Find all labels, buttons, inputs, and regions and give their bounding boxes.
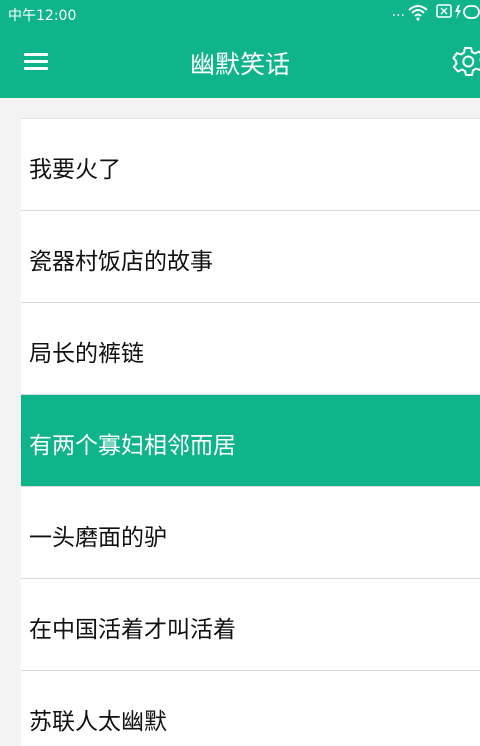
list-item-label: 我要火了 <box>29 157 121 183</box>
list-item-label: 瓷器村饭店的故事 <box>29 249 213 275</box>
joke-list: 我要火了 瓷器村饭店的故事 局长的裤链 有两个寡妇相邻而居 一头磨面的驴 在中国… <box>21 118 480 746</box>
list-item-label: 苏联人太幽默 <box>29 709 167 735</box>
status-time: 中午12:00 <box>8 8 77 24</box>
list-item[interactable]: 在中国活着才叫活着 <box>21 579 480 671</box>
list-item-label: 一头磨面的驴 <box>29 525 167 551</box>
list-item-selected[interactable]: 有两个寡妇相邻而居 <box>21 395 480 487</box>
status-bar: 中午12:00 ... <box>0 0 480 27</box>
gear-icon <box>452 47 480 76</box>
settings-button[interactable] <box>450 44 480 80</box>
battery-charging-icon <box>454 4 480 24</box>
list-item[interactable]: 瓷器村饭店的故事 <box>21 211 480 303</box>
sim-off-icon <box>436 4 452 22</box>
list-item[interactable]: 苏联人太幽默 <box>21 671 480 746</box>
page-title: 幽默笑话 <box>189 50 290 79</box>
list-item-label: 在中国活着才叫活着 <box>29 617 236 643</box>
list-item[interactable]: 局长的裤链 <box>21 303 480 395</box>
app-bar: 幽默笑话 <box>0 27 480 98</box>
list-item[interactable]: 一头磨面的驴 <box>21 487 480 579</box>
list-item-label: 有两个寡妇相邻而居 <box>29 433 236 459</box>
list-item-label: 局长的裤链 <box>29 341 144 367</box>
status-dots: ... <box>391 4 405 20</box>
wifi-icon <box>408 4 428 25</box>
list-item[interactable]: 我要火了 <box>21 119 480 211</box>
